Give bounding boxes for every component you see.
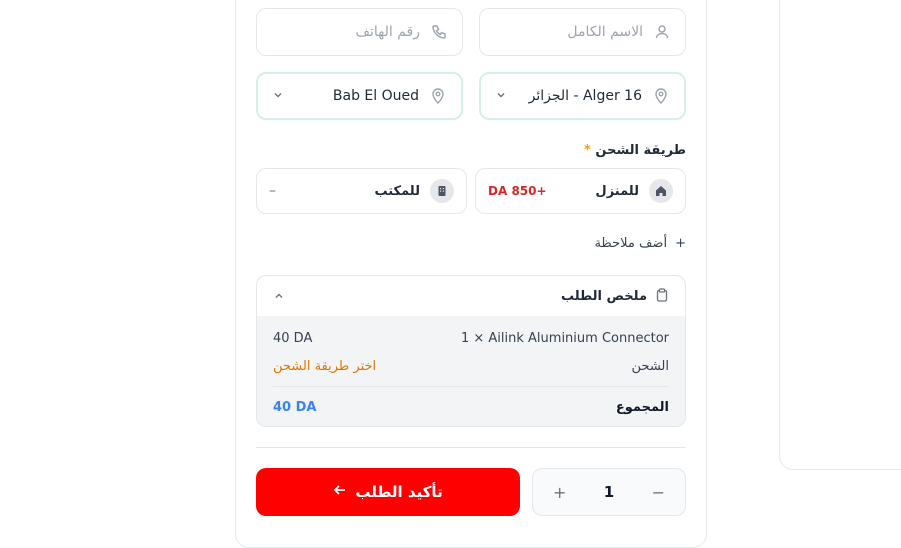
phone-field[interactable]: رقم الهاتف	[256, 8, 463, 56]
shipping-row-value: اختر طريقة الشحن	[273, 358, 377, 374]
shipping-row-label: الشحن	[631, 358, 669, 374]
add-note-toggle[interactable]: + أضف ملاحظة	[594, 236, 686, 251]
office-price: –	[269, 183, 276, 199]
total-label: المجموع	[615, 399, 669, 415]
home-label: للمنزل	[595, 183, 639, 199]
shipping-method-label: طريقة الشحن *	[584, 143, 686, 158]
chevron-down-icon	[272, 89, 284, 104]
summary-total-row: المجموع 40 DA	[273, 393, 669, 421]
summary-divider	[273, 386, 669, 387]
increase-button[interactable]: +	[553, 483, 566, 502]
chevron-up-icon	[273, 287, 285, 306]
plus-icon: +	[675, 236, 686, 251]
commune-select[interactable]: Bab El Oued	[256, 72, 463, 120]
office-label: للمكتب	[374, 183, 420, 199]
location-pin-icon	[429, 87, 447, 105]
quantity-stepper[interactable]: − 1 +	[532, 468, 686, 516]
shipping-option-home[interactable]: للمنزل +850 DA	[475, 168, 686, 214]
full-name-placeholder: الاسم الكامل	[567, 24, 643, 40]
confirm-label: تأكيد الطلب	[355, 483, 443, 501]
clipboard-icon	[655, 287, 669, 306]
shipping-option-office[interactable]: للمكتب –	[256, 168, 467, 214]
full-name-field[interactable]: الاسم الكامل	[479, 8, 686, 56]
order-summary-header[interactable]: ملخص الطلب	[256, 275, 686, 317]
section-divider	[256, 447, 686, 448]
user-icon	[653, 23, 671, 41]
confirm-order-button[interactable]: تأكيد الطلب	[256, 468, 520, 516]
commune-value: Bab El Oued	[332, 88, 419, 104]
summary-shipping-row: الشحن اختر طريقة الشحن	[273, 352, 669, 380]
summary-item-row: 1 × Ailink Aluminium Connector 40 DA	[273, 324, 669, 352]
total-value: 40 DA	[273, 399, 317, 415]
item-label: 1 × Ailink Aluminium Connector	[460, 330, 669, 346]
wilaya-select[interactable]: 16 Alger - الجزائر	[479, 72, 686, 120]
side-card	[779, 0, 901, 470]
chevron-down-icon	[495, 89, 507, 104]
home-icon	[649, 179, 673, 203]
item-price: 40 DA	[273, 330, 313, 346]
arrow-left-icon	[333, 483, 347, 501]
building-icon	[430, 179, 454, 203]
wilaya-value: 16 Alger - الجزائر	[528, 88, 642, 104]
order-summary-body: 1 × Ailink Aluminium Connector 40 DA الش…	[256, 316, 686, 427]
phone-placeholder: رقم الهاتف	[355, 24, 420, 40]
phone-icon	[430, 23, 448, 41]
home-price: +850 DA	[488, 184, 547, 198]
decrease-button[interactable]: −	[652, 483, 665, 502]
location-pin-icon	[652, 87, 670, 105]
shipping-label-text: طريقة الشحن	[595, 143, 686, 158]
add-note-label: أضف ملاحظة	[594, 236, 668, 251]
order-summary-title: ملخص الطلب	[560, 288, 647, 304]
required-mark: *	[584, 143, 591, 158]
quantity-value: 1	[603, 483, 615, 501]
